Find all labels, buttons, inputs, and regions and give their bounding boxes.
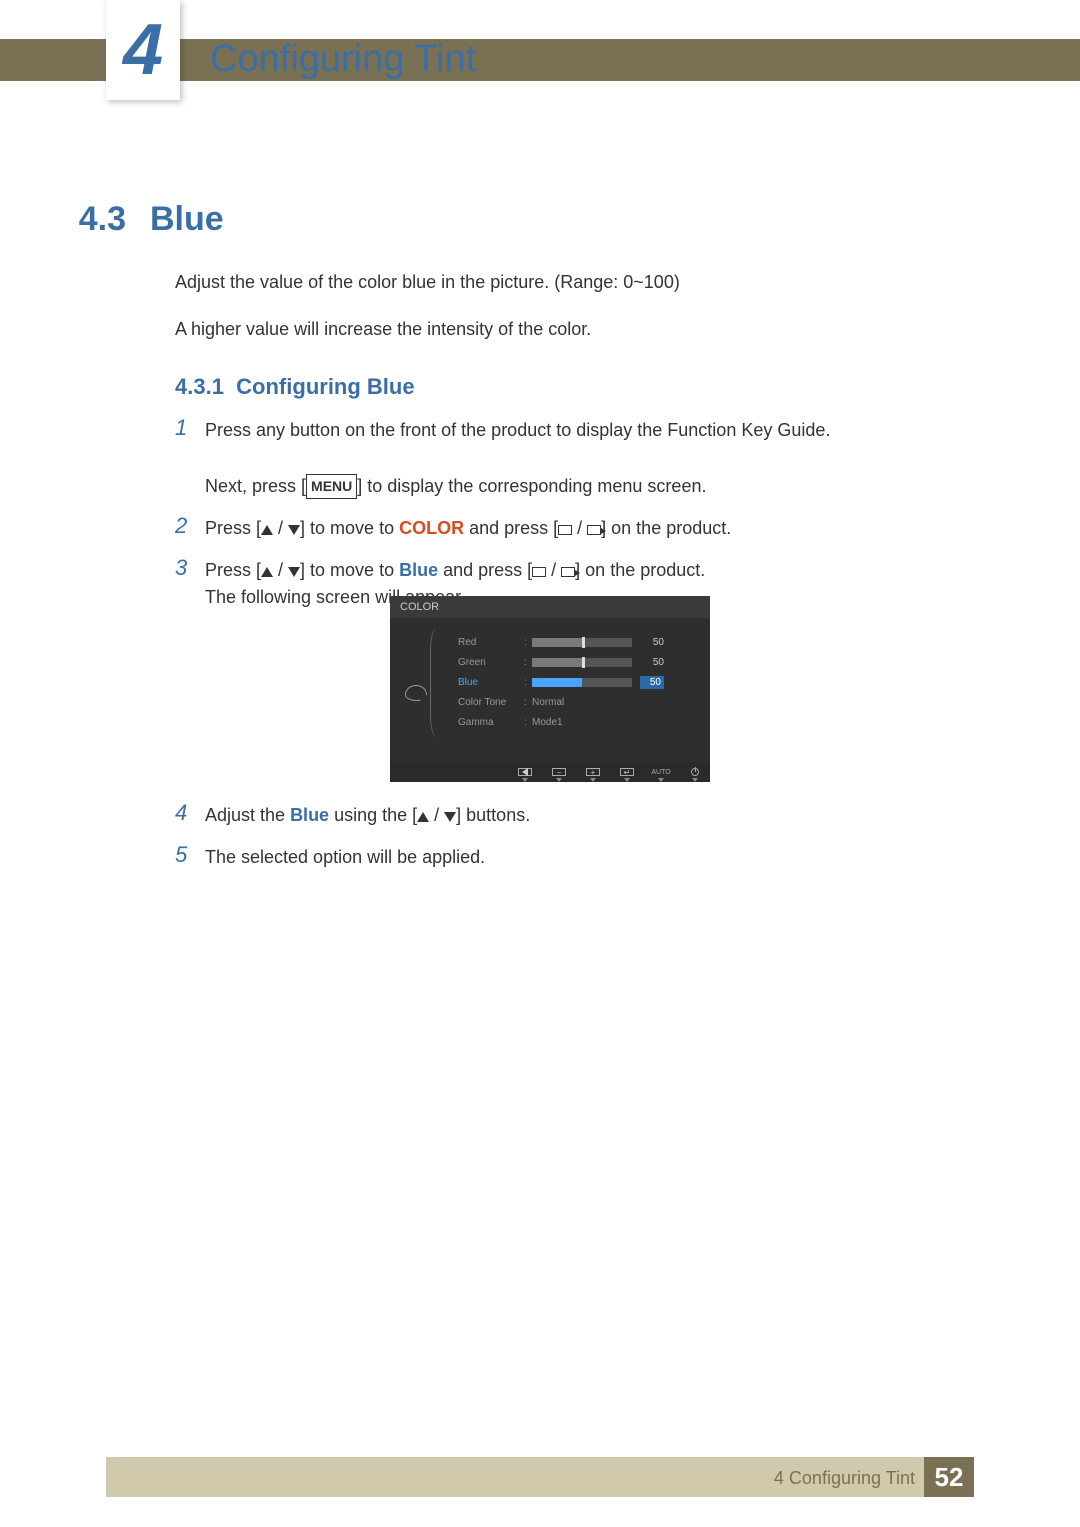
step-body: Adjust the Blue using the [ / ] buttons. bbox=[205, 800, 530, 830]
enter-icon bbox=[561, 567, 575, 577]
step-body: Press [ / ] to move to COLOR and press [… bbox=[205, 513, 731, 543]
step-2: 2 Press [ / ] to move to COLOR and press… bbox=[175, 513, 955, 543]
source-icon bbox=[558, 525, 572, 535]
osd-curve-decoration bbox=[430, 628, 444, 738]
color-keyword: COLOR bbox=[399, 518, 464, 538]
step-number: 4 bbox=[175, 800, 205, 830]
osd-slider bbox=[532, 658, 632, 667]
osd-row-color-tone: Color Tone : Normal bbox=[458, 692, 698, 712]
osd-row-blue: Blue : 50 bbox=[458, 672, 698, 692]
down-arrow-icon bbox=[288, 525, 300, 535]
osd-body: Red : 50 Green : 50 Blue : 50 Color Tone… bbox=[390, 618, 710, 762]
step-number: 1 bbox=[175, 415, 205, 501]
step-4: 4 Adjust the Blue using the [ / ] button… bbox=[175, 800, 955, 830]
subsection-number: 4.3.1 bbox=[175, 374, 224, 399]
osd-minus-icon: − bbox=[550, 767, 568, 777]
source-icon bbox=[532, 567, 546, 577]
step-body: Press any button on the front of the pro… bbox=[205, 415, 830, 501]
steps-list-bottom: 4 Adjust the Blue using the [ / ] button… bbox=[175, 800, 955, 884]
step-body: The selected option will be applied. bbox=[205, 842, 485, 872]
osd-header: COLOR bbox=[390, 596, 710, 618]
intro-line-1: Adjust the value of the color blue in th… bbox=[175, 269, 935, 295]
up-arrow-icon bbox=[417, 812, 429, 822]
chapter-title: Configuring Tint bbox=[210, 38, 476, 81]
section-heading: 4.3 Blue bbox=[0, 200, 1080, 239]
step-number: 2 bbox=[175, 513, 205, 543]
osd-row-red: Red : 50 bbox=[458, 632, 698, 652]
subsection-heading: 4.3.1 Configuring Blue bbox=[175, 374, 415, 400]
osd-row-green: Green : 50 bbox=[458, 652, 698, 672]
steps-list-top: 1 Press any button on the front of the p… bbox=[175, 415, 955, 624]
page-number: 52 bbox=[924, 1457, 974, 1497]
menu-key-icon: MENU bbox=[306, 474, 357, 500]
subsection-title: Configuring Blue bbox=[236, 374, 414, 399]
osd-power-icon bbox=[686, 767, 704, 777]
osd-footer: − + ↵ AUTO bbox=[390, 762, 710, 782]
footer-chapter-label: 4 Configuring Tint bbox=[774, 1468, 915, 1489]
osd-slider bbox=[532, 678, 632, 687]
osd-icon-column bbox=[398, 632, 434, 732]
step-1: 1 Press any button on the front of the p… bbox=[175, 415, 955, 501]
osd-list: Red : 50 Green : 50 Blue : 50 Color Tone… bbox=[434, 632, 698, 732]
section-number: 4.3 bbox=[0, 200, 150, 239]
chapter-number: 4 bbox=[123, 9, 163, 91]
up-arrow-icon bbox=[261, 567, 273, 577]
section-title: Blue bbox=[150, 200, 224, 239]
enter-icon bbox=[587, 525, 601, 535]
osd-row-gamma: Gamma : Mode1 bbox=[458, 712, 698, 732]
down-arrow-icon bbox=[444, 812, 456, 822]
blue-keyword: Blue bbox=[399, 560, 438, 580]
step-number: 3 bbox=[175, 555, 205, 613]
osd-menu-screenshot: COLOR Red : 50 Green : 50 Blue : 50 bbox=[390, 596, 710, 782]
osd-enter-icon: ↵ bbox=[618, 767, 636, 777]
step-number: 5 bbox=[175, 842, 205, 872]
osd-back-icon bbox=[516, 767, 534, 777]
osd-plus-icon: + bbox=[584, 767, 602, 777]
blue-keyword: Blue bbox=[290, 805, 329, 825]
palette-icon bbox=[405, 685, 427, 701]
step-5: 5 The selected option will be applied. bbox=[175, 842, 955, 872]
osd-slider bbox=[532, 638, 632, 647]
intro-line-2: A higher value will increase the intensi… bbox=[175, 316, 935, 342]
up-arrow-icon bbox=[261, 525, 273, 535]
chapter-number-box: 4 bbox=[106, 0, 180, 100]
osd-auto-label: AUTO bbox=[652, 767, 670, 777]
down-arrow-icon bbox=[288, 567, 300, 577]
